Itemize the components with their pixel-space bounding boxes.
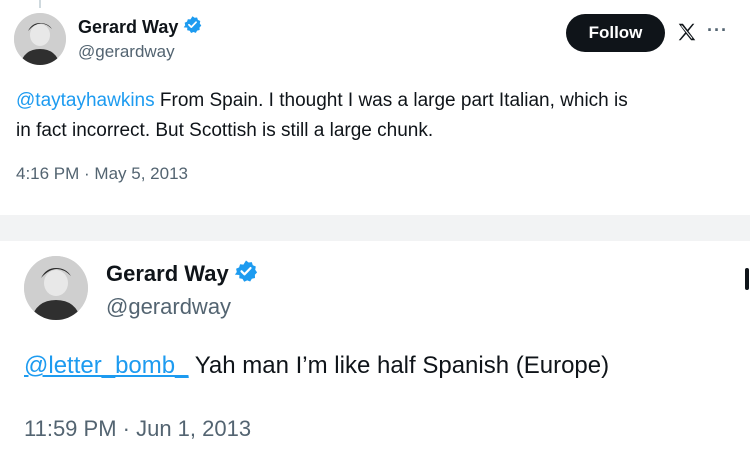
tweet-text-segment: Yah man I’m like half Spanish (Europe) xyxy=(188,352,610,379)
mention-link[interactable]: @letter_bomb_ xyxy=(24,352,188,379)
author-handle[interactable]: @gerardway xyxy=(78,42,175,62)
tweet-text-line-2: in fact incorrect. But Scottish is still… xyxy=(16,120,434,141)
cropped-edge-mark xyxy=(745,268,749,290)
avatar[interactable] xyxy=(24,256,88,320)
tweet-card-1: Gerard Way @gerardway Follow ··· @taytay… xyxy=(0,0,750,215)
avatar[interactable] xyxy=(14,13,66,65)
verified-badge-icon xyxy=(183,15,202,39)
author-name-row: Gerard Way xyxy=(78,15,202,39)
tweet-card-2: Gerard Way @gerardway @letter_bomb_ Yah … xyxy=(0,241,750,457)
timestamp[interactable]: 11:59 PM · Jun 1, 2013 xyxy=(24,416,251,442)
follow-button[interactable]: Follow xyxy=(566,14,665,52)
timestamp[interactable]: 4:16 PM · May 5, 2013 xyxy=(16,164,188,184)
author-name[interactable]: Gerard Way xyxy=(78,17,178,38)
author-handle[interactable]: @gerardway xyxy=(106,294,231,320)
divider-gap xyxy=(0,215,750,241)
more-options-icon[interactable]: ··· xyxy=(707,20,728,41)
author-name[interactable]: Gerard Way xyxy=(106,261,229,287)
tweet-text: @letter_bomb_ Yah man I’m like half Span… xyxy=(24,349,739,383)
tweet-text-segment: From Spain. I thought I was a large part… xyxy=(154,90,628,111)
tweet-text-line-1: @taytayhawkins From Spain. I thought I w… xyxy=(16,86,741,116)
avatar-image xyxy=(24,256,88,320)
tweet-text: @taytayhawkins From Spain. I thought I w… xyxy=(16,86,741,146)
mention-link[interactable]: @taytayhawkins xyxy=(16,90,155,111)
x-logo-icon[interactable] xyxy=(676,21,698,48)
thread-line xyxy=(39,0,41,8)
author-name-row: Gerard Way xyxy=(106,259,258,289)
verified-badge-icon xyxy=(234,259,258,289)
avatar-image xyxy=(14,13,66,65)
